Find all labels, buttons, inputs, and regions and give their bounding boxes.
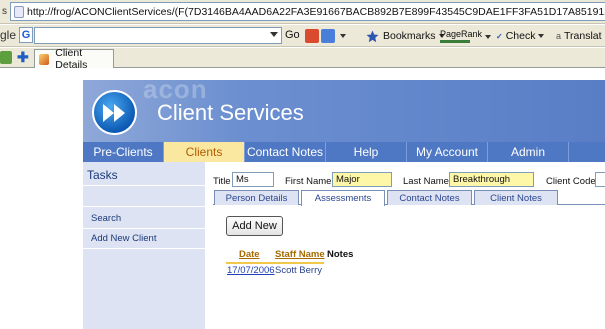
header-underline bbox=[226, 262, 324, 264]
nav-contact-notes[interactable]: Contact Notes bbox=[245, 142, 326, 162]
spellcheck-button[interactable]: ✓ Check bbox=[496, 27, 545, 45]
add-new-assessment-button[interactable]: Add New bbox=[226, 216, 283, 236]
chevron-down-icon bbox=[538, 34, 545, 38]
column-header-staff-name[interactable]: Staff Name bbox=[275, 249, 325, 262]
go-button[interactable]: Go bbox=[285, 29, 300, 41]
assessment-date-link[interactable]: 17/07/2006 bbox=[227, 265, 275, 276]
google-toolbar: gle G Go Bookmarks PageRank ✓ Check a Tr… bbox=[0, 25, 605, 47]
pagerank-label: PageRank bbox=[440, 29, 483, 39]
star-icon bbox=[366, 30, 379, 42]
browser-tab-client-details[interactable]: Client Details bbox=[34, 47, 114, 71]
news-icon bbox=[321, 29, 335, 43]
spellcheck-icon: ✓ bbox=[496, 31, 503, 41]
tab-favicon-icon bbox=[39, 53, 50, 65]
title-field[interactable]: Ms bbox=[232, 172, 274, 187]
translate-label: Translat bbox=[564, 30, 602, 42]
first-name-field[interactable]: Major bbox=[332, 172, 392, 187]
tasks-sidebar: Tasks Search Add New Client bbox=[83, 162, 205, 329]
address-bar-row: s http://frog/ACONClientServices/(F(7D31… bbox=[0, 0, 605, 24]
page-icon bbox=[14, 5, 24, 18]
google-search-input[interactable] bbox=[34, 27, 282, 44]
addon-icon[interactable] bbox=[0, 51, 12, 64]
sidebar-divider bbox=[83, 206, 205, 207]
translate-icon: a bbox=[556, 31, 562, 41]
last-name-field[interactable]: Breakthrough bbox=[449, 172, 534, 187]
nav-admin[interactable]: Admin bbox=[488, 142, 569, 162]
column-header-notes: Notes bbox=[327, 249, 354, 260]
pagerank-bar bbox=[440, 40, 470, 43]
google-g-icon[interactable]: G bbox=[19, 27, 33, 43]
title-label: Title bbox=[213, 176, 231, 187]
client-subtabs: Person Details Assessments Contact Notes… bbox=[213, 190, 605, 206]
address-label: s bbox=[2, 6, 7, 17]
check-label: Check bbox=[505, 30, 536, 42]
google-logo: gle bbox=[0, 28, 17, 42]
nav-clients[interactable]: Clients bbox=[164, 142, 245, 162]
browser-tab-bar: ✚ Client Details bbox=[0, 47, 605, 71]
sidebar-title: Tasks bbox=[87, 168, 118, 182]
search-dropdown-icon[interactable] bbox=[270, 32, 278, 37]
address-field[interactable]: http://frog/ACONClientServices/(F(7D3146… bbox=[10, 2, 605, 21]
app-banner: acon Client Services bbox=[83, 80, 605, 142]
tab-assessments[interactable]: Assessments bbox=[301, 190, 385, 206]
tab-contact-notes[interactable]: Contact Notes bbox=[387, 190, 472, 205]
client-code-label: Client Code bbox=[546, 176, 596, 187]
pagerank-tool-icon bbox=[305, 29, 319, 43]
tab-person-details[interactable]: Person Details bbox=[214, 190, 299, 205]
fast-forward-logo-icon bbox=[92, 90, 137, 135]
assessment-staff-name: Scott Berry bbox=[275, 265, 322, 276]
first-name-label: First Name bbox=[285, 176, 332, 187]
translate-button[interactable]: a Translat bbox=[556, 27, 602, 45]
sidebar-divider bbox=[83, 248, 205, 249]
pagerank-button[interactable]: PageRank bbox=[440, 27, 482, 45]
tab-client-notes[interactable]: Client Notes bbox=[474, 190, 558, 205]
sidebar-divider bbox=[83, 185, 205, 186]
nav-filler bbox=[569, 142, 605, 162]
sidebar-link-add-new-client[interactable]: Add New Client bbox=[91, 233, 156, 244]
chevron-down-icon[interactable] bbox=[485, 35, 491, 39]
column-header-date[interactable]: Date bbox=[239, 249, 260, 262]
nav-help[interactable]: Help bbox=[326, 142, 407, 162]
url-text: http://frog/ACONClientServices/(F(7D3146… bbox=[27, 5, 605, 18]
bookmarks-button[interactable]: Bookmarks bbox=[366, 27, 445, 45]
nav-pre-clients[interactable]: Pre-Clients bbox=[83, 142, 164, 162]
app-title: Client Services bbox=[157, 100, 304, 125]
nav-my-account[interactable]: My Account bbox=[407, 142, 488, 162]
main-nav: Pre-Clients Clients Contact Notes Help M… bbox=[83, 142, 605, 162]
bookmarks-label: Bookmarks bbox=[383, 30, 436, 42]
toolbar-tools-button[interactable] bbox=[305, 27, 346, 45]
client-code-field[interactable] bbox=[595, 172, 605, 187]
new-tab-icon[interactable]: ✚ bbox=[17, 50, 29, 64]
sidebar-link-search[interactable]: Search bbox=[91, 213, 121, 224]
chevron-down-icon bbox=[340, 34, 346, 38]
last-name-label: Last Name bbox=[403, 176, 449, 187]
sidebar-divider bbox=[83, 228, 205, 229]
browser-tab-label: Client Details bbox=[55, 47, 88, 71]
